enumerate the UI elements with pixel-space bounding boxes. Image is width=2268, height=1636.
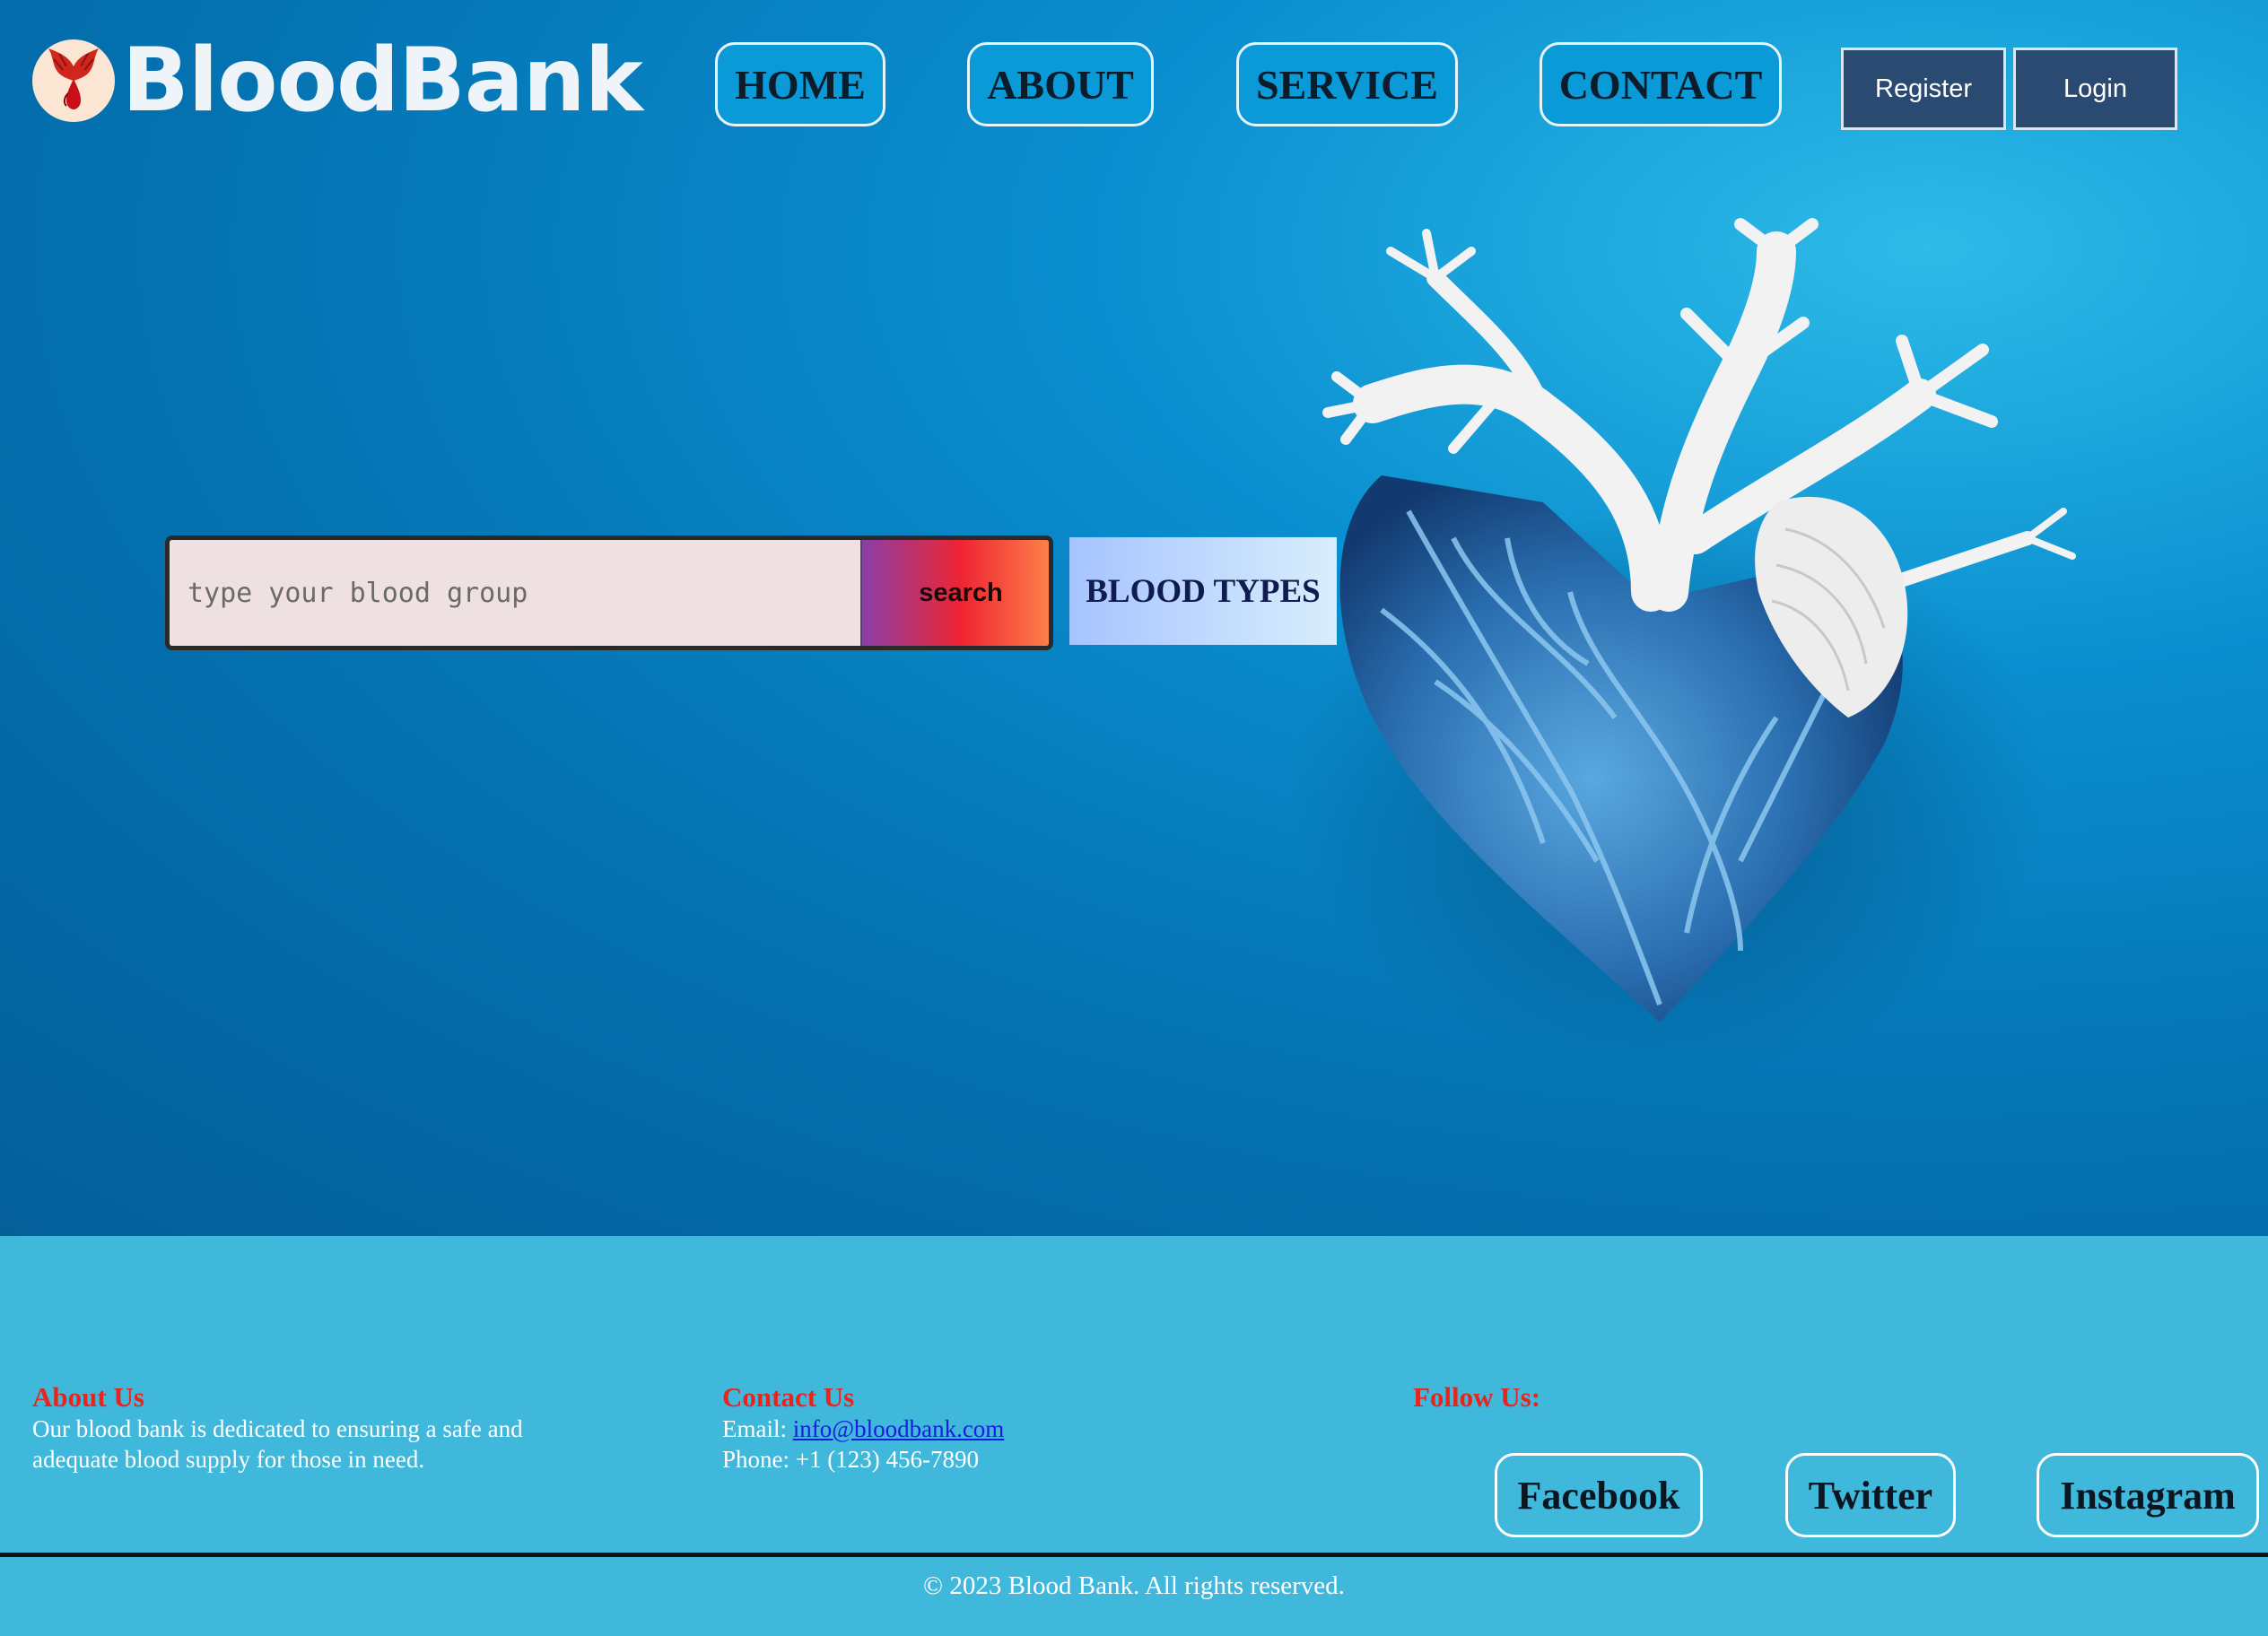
- footer-contact-title: Contact Us: [722, 1381, 855, 1413]
- email-link[interactable]: info@bloodbank.com: [793, 1415, 1005, 1442]
- register-button[interactable]: Register: [1841, 48, 2006, 130]
- footer-contact-section: Contact Us Email: info@bloodbank.com Pho…: [722, 1381, 1350, 1475]
- brand-name: BloodBank: [122, 30, 643, 132]
- footer-phone: Phone: +1 (123) 456-7890: [722, 1446, 979, 1473]
- footer-email-line: Email: info@bloodbank.com: [722, 1414, 1350, 1444]
- search-bar: search: [165, 535, 1053, 650]
- footer-divider: [0, 1553, 2268, 1557]
- blood-drop-wings-icon: [32, 39, 115, 122]
- footer-about-text: Our blood bank is dedicated to ensuring …: [32, 1415, 523, 1473]
- anatomical-heart-illustration: [1292, 218, 2076, 1076]
- nav-about-button[interactable]: ABOUT: [967, 42, 1154, 126]
- hero-section: BloodBank HOME ABOUT SERVICE CONTACT Reg…: [0, 0, 2268, 1236]
- footer-follow-title: Follow Us:: [1413, 1381, 1541, 1413]
- instagram-button[interactable]: Instagram: [2037, 1453, 2259, 1537]
- copyright-text: © 2023 Blood Bank. All rights reserved.: [923, 1571, 1345, 1600]
- nav-contact-button[interactable]: CONTACT: [1540, 42, 1782, 126]
- login-button[interactable]: Login: [2013, 48, 2177, 130]
- footer-about-title: About Us: [32, 1381, 144, 1413]
- blood-group-search-input[interactable]: [170, 540, 860, 646]
- footer-about-section: About Us Our blood bank is dedicated to …: [32, 1381, 642, 1475]
- facebook-button[interactable]: Facebook: [1495, 1453, 1703, 1537]
- footer-follow-section: Follow Us:: [1413, 1381, 1772, 1414]
- search-button[interactable]: search: [860, 540, 1049, 646]
- email-label: Email:: [722, 1415, 787, 1442]
- brand-logo[interactable]: BloodBank: [32, 30, 643, 132]
- nav-service-button[interactable]: SERVICE: [1236, 42, 1458, 126]
- twitter-button[interactable]: Twitter: [1785, 1453, 1956, 1537]
- nav-home-button[interactable]: HOME: [715, 42, 885, 126]
